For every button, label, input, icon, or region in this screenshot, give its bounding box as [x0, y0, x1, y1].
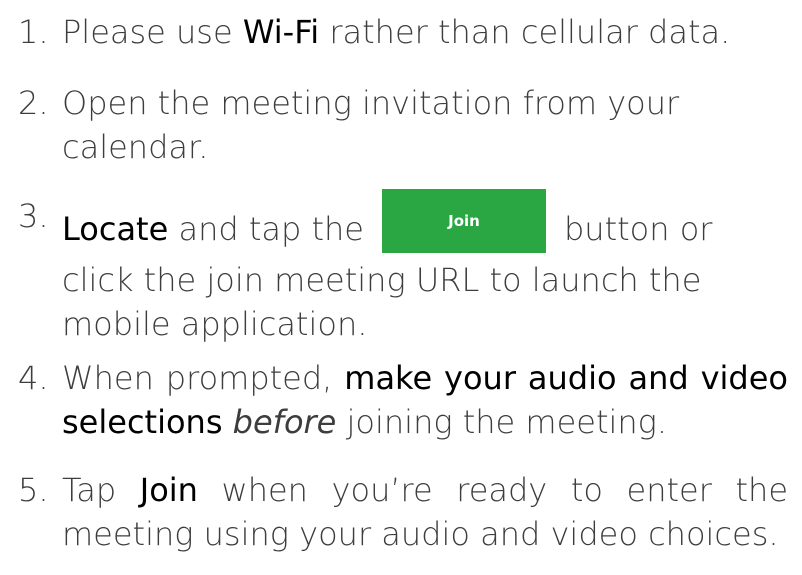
step-text-part: When prompted, — [62, 359, 345, 397]
step-text: Open the meeting invitation from your ca… — [62, 81, 712, 169]
step-text-part: rather than cellular data. — [319, 13, 731, 51]
join-button[interactable]: Join — [381, 189, 546, 253]
step-number: 4. — [18, 359, 49, 397]
step-text: Tap Join when you’re ready to enter the … — [62, 468, 788, 556]
wifi-emphasis: Wi-Fi — [242, 13, 320, 51]
step-number: 1. — [18, 13, 49, 51]
join-emphasis: Join — [139, 471, 198, 509]
before-italic: before — [232, 403, 337, 441]
step-text: Please use Wi-Fi rather than cellular da… — [62, 10, 780, 54]
step-number: 3. — [18, 197, 49, 235]
step-3: 3. Locate and tap the Join button or click… — [0, 189, 802, 343]
step-number: 5. — [18, 471, 49, 509]
step-text-part: and tap the — [168, 210, 364, 248]
step-text-part: Open the meeting invitation from your ca… — [62, 84, 680, 166]
step-text-part — [223, 403, 233, 441]
step-2: 2. Open the meeting invitation from your… — [0, 81, 802, 169]
step-number: 2. — [18, 84, 49, 122]
step-text: Locate and tap the Join button or click th… — [62, 189, 786, 346]
step-5: 5. Tap Join when you’re ready to enter t… — [0, 468, 802, 556]
step-text: When prompted, make your audio and video… — [62, 356, 788, 444]
locate-emphasis: Locate — [62, 210, 169, 248]
step-text-part: joining the meeting. — [336, 403, 668, 441]
join-button-wrapper: Join — [381, 189, 546, 258]
meeting-join-steps: 1. Please use Wi-Fi rather than cellular… — [0, 0, 802, 575]
step-4: 4. When prompted, make your audio and vi… — [0, 356, 802, 444]
step-1: 1. Please use Wi-Fi rather than cellular… — [0, 10, 802, 54]
step-text-part: Tap — [62, 471, 140, 509]
step-text-part: Please use — [62, 13, 243, 51]
